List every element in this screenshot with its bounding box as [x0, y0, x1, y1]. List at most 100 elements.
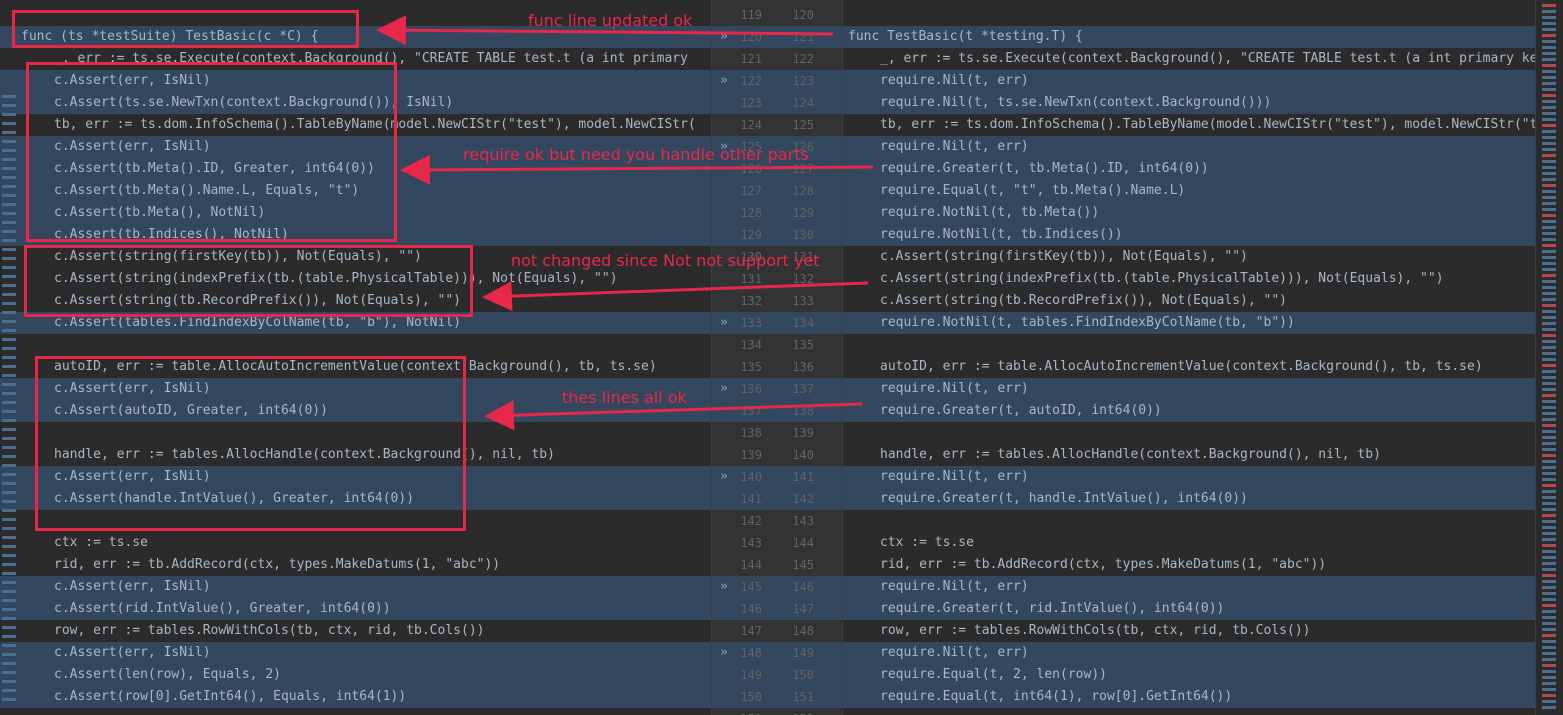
right-editor-pane[interactable]: func TestBasic(t *testing.T) {_, err := …	[843, 0, 1535, 715]
change-marker[interactable]	[1542, 142, 1556, 145]
change-marker[interactable]	[1542, 52, 1556, 55]
change-marker[interactable]	[1542, 58, 1556, 61]
change-marker[interactable]	[1542, 556, 1556, 559]
change-marker[interactable]	[1542, 442, 1556, 445]
change-marker[interactable]	[1542, 604, 1556, 607]
apply-change-icon[interactable]: »	[720, 70, 728, 92]
change-marker[interactable]	[1542, 616, 1556, 619]
change-marker[interactable]	[1542, 574, 1556, 577]
change-marker[interactable]	[1542, 670, 1556, 673]
left-editor-pane[interactable]: func (ts *testSuite) TestBasic(c *C) {_,…	[0, 0, 711, 715]
change-marker[interactable]	[1542, 238, 1556, 241]
code-line[interactable]: rid, err := tb.AddRecord(ctx, types.Make…	[843, 554, 1535, 576]
change-marker[interactable]	[1542, 304, 1556, 307]
change-marker[interactable]	[1542, 466, 1556, 469]
change-marker[interactable]	[1542, 706, 1556, 709]
change-marker[interactable]	[1542, 340, 1556, 343]
change-marker[interactable]	[1542, 640, 1556, 643]
change-marker[interactable]	[1542, 418, 1556, 421]
change-marker[interactable]	[1542, 634, 1556, 637]
change-marker[interactable]	[1542, 130, 1556, 133]
code-line[interactable]: c.Assert(string(tb.RecordPrefix()), Not(…	[0, 290, 711, 312]
code-line[interactable]: c.Assert(tables.FindIndexByColName(tb, "…	[0, 312, 711, 334]
code-line[interactable]: c.Assert(string(firstKey(tb)), Not(Equal…	[843, 246, 1535, 268]
code-line[interactable]: tb, err := ts.dom.InfoSchema().TableByNa…	[0, 114, 711, 136]
code-line[interactable]: c.Assert(err, IsNil)	[0, 70, 711, 92]
change-marker[interactable]	[1542, 220, 1556, 223]
change-marker[interactable]	[1542, 376, 1556, 379]
change-marker[interactable]	[1542, 322, 1556, 325]
change-marker[interactable]	[1542, 262, 1556, 265]
apply-change-icon[interactable]: »	[720, 576, 728, 598]
change-marker[interactable]	[1542, 664, 1556, 667]
apply-change-icon[interactable]: »	[720, 378, 728, 400]
code-line[interactable]	[0, 422, 711, 444]
change-marker[interactable]	[1542, 580, 1556, 583]
code-line[interactable]: require.Nil(t, err)	[843, 136, 1535, 158]
change-marker[interactable]	[1542, 700, 1556, 703]
change-marker[interactable]	[1542, 400, 1556, 403]
change-marker[interactable]	[1542, 124, 1556, 127]
change-marker[interactable]	[1542, 208, 1556, 211]
change-marker[interactable]	[1542, 172, 1556, 175]
change-marker[interactable]	[1542, 406, 1556, 409]
code-line[interactable]: c.Assert(row[0].GetInt64(), Equals, int6…	[0, 686, 711, 708]
change-marker[interactable]	[1542, 292, 1556, 295]
change-marker[interactable]	[1542, 286, 1556, 289]
code-line[interactable]: c.Assert(string(tb.RecordPrefix()), Not(…	[843, 290, 1535, 312]
change-marker[interactable]	[1542, 184, 1556, 187]
change-marker[interactable]	[1542, 568, 1556, 571]
apply-change-icon[interactable]: »	[720, 26, 728, 48]
change-marker[interactable]	[1542, 676, 1556, 679]
change-marker[interactable]	[1542, 34, 1556, 37]
code-line[interactable]	[0, 510, 711, 532]
code-line[interactable]: _, err := ts.se.Execute(context.Backgrou…	[843, 48, 1535, 70]
change-marker[interactable]	[1542, 118, 1556, 121]
change-marker[interactable]	[1542, 490, 1556, 493]
code-line[interactable]: require.Greater(t, rid.IntValue(), int64…	[843, 598, 1535, 620]
change-marker[interactable]	[1542, 346, 1556, 349]
change-marker[interactable]	[1542, 10, 1556, 13]
code-line[interactable]: _, err := ts.se.Execute(context.Backgrou…	[0, 48, 711, 70]
apply-change-icon[interactable]: »	[720, 642, 728, 664]
change-marker[interactable]	[1542, 334, 1556, 337]
change-marker[interactable]	[1542, 112, 1556, 115]
change-marker[interactable]	[1542, 364, 1556, 367]
change-marker[interactable]	[1542, 688, 1556, 691]
change-marker[interactable]	[1542, 16, 1556, 19]
change-marker[interactable]	[1542, 394, 1556, 397]
code-line[interactable]: require.Nil(t, ts.se.NewTxn(context.Back…	[843, 92, 1535, 114]
code-line[interactable]: require.Equal(t, 2, len(row))	[843, 664, 1535, 686]
code-line[interactable]: require.Equal(t, "t", tb.Meta().Name.L)	[843, 180, 1535, 202]
change-marker[interactable]	[1542, 94, 1556, 97]
code-line[interactable]: require.Nil(t, err)	[843, 642, 1535, 664]
change-marker[interactable]	[1542, 76, 1556, 79]
code-line[interactable]	[0, 708, 711, 715]
change-marker[interactable]	[1542, 160, 1556, 163]
change-marker[interactable]	[1542, 352, 1556, 355]
code-line[interactable]: require.Greater(t, autoID, int64(0))	[843, 400, 1535, 422]
code-line[interactable]: row, err := tables.RowWithCols(tb, ctx, …	[843, 620, 1535, 642]
code-line[interactable]: require.NotNil(t, tables.FindIndexByColN…	[843, 312, 1535, 334]
code-line[interactable]: ctx := ts.se	[843, 532, 1535, 554]
change-marker[interactable]	[1542, 256, 1556, 259]
change-marker[interactable]	[1542, 64, 1556, 67]
code-line[interactable]	[843, 4, 1535, 26]
code-line[interactable]: c.Assert(tb.Meta().Name.L, Equals, "t")	[0, 180, 711, 202]
code-line[interactable]: require.Nil(t, err)	[843, 466, 1535, 488]
code-line[interactable]: func TestBasic(t *testing.T) {	[843, 26, 1535, 48]
code-line[interactable]: tb, err := ts.dom.InfoSchema().TableByNa…	[843, 114, 1535, 136]
change-marker[interactable]	[1542, 526, 1556, 529]
change-marker[interactable]	[1542, 136, 1556, 139]
code-line[interactable]: c.Assert(err, IsNil)	[0, 466, 711, 488]
change-marker[interactable]	[1542, 562, 1556, 565]
code-line[interactable]	[843, 334, 1535, 356]
change-marker[interactable]	[1542, 88, 1556, 91]
change-marker[interactable]	[1542, 478, 1556, 481]
code-line[interactable]: c.Assert(string(indexPrefix(tb.(table.Ph…	[0, 268, 711, 290]
change-marker[interactable]	[1542, 328, 1556, 331]
change-marker[interactable]	[1542, 166, 1556, 169]
apply-change-icon[interactable]: »	[720, 466, 728, 488]
code-line[interactable]: c.Assert(rid.IntValue(), Greater, int64(…	[0, 598, 711, 620]
code-line[interactable]: require.Greater(t, handle.IntValue(), in…	[843, 488, 1535, 510]
